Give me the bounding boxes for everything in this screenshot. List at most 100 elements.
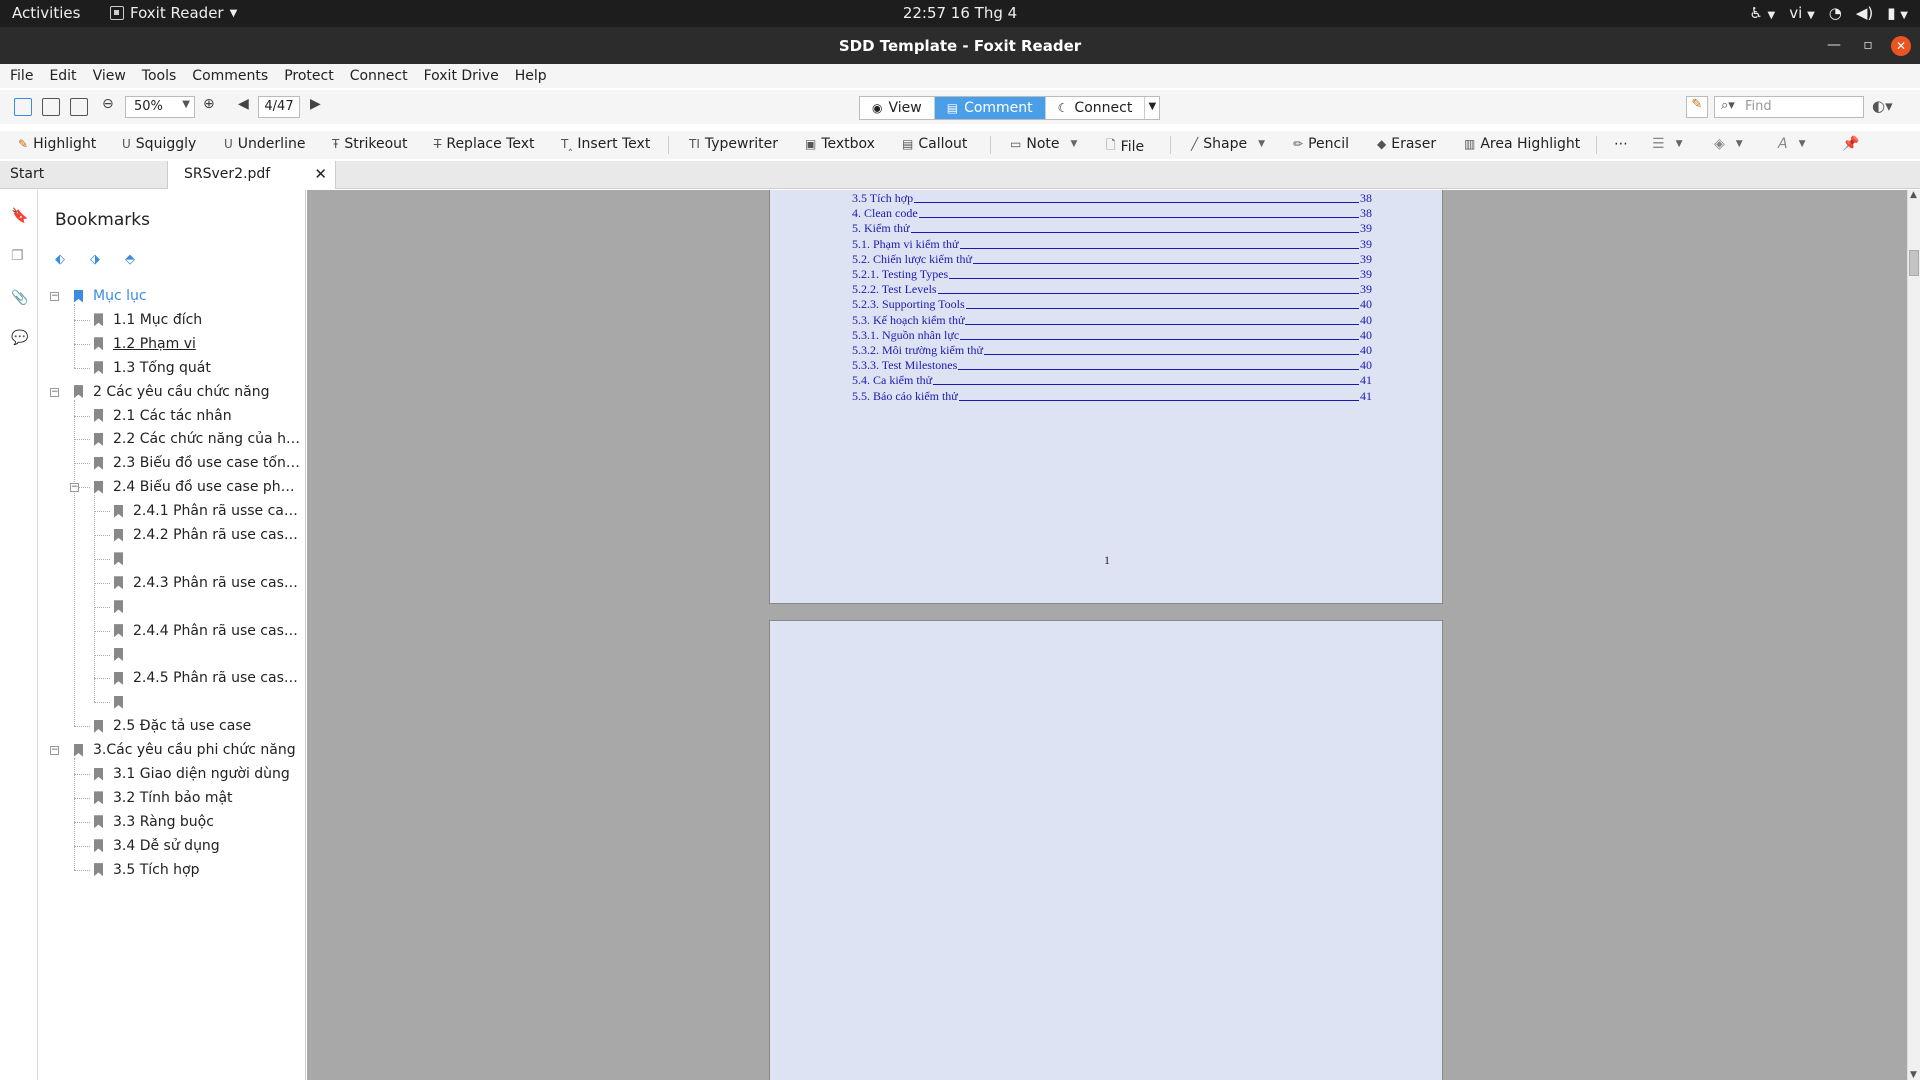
tool-note[interactable]: ▭ Note ▼ <box>1010 136 1077 152</box>
menu-help[interactable]: Help <box>515 68 547 84</box>
scrollbar-thumb[interactable] <box>1909 250 1919 276</box>
pin-icon[interactable]: 📌 <box>1842 136 1859 152</box>
app-menu[interactable]: Foxit Reader ▼ <box>110 4 237 22</box>
tool-textbox[interactable]: ▣ Textbox <box>805 136 875 152</box>
zoom-out-icon[interactable]: ⊖ <box>102 96 114 112</box>
tab-srsver2[interactable]: SRSver2.pdf ✕ <box>168 161 336 189</box>
tool-typewriter[interactable]: TI Typewriter <box>689 136 778 152</box>
toc-entry[interactable]: 5.2.2. Test Levels 39 <box>852 282 1372 298</box>
bookmark-item[interactable] <box>114 549 302 569</box>
toc-entry[interactable]: 5.3. Kế hoạch kiểm thử 40 <box>852 312 1372 328</box>
attachments-panel-icon[interactable]: 📎 <box>11 290 28 306</box>
bookmark-item[interactable]: 2.5 Đặc tả use case <box>94 716 302 736</box>
bookmark-item[interactable]: 2.1 Các tác nhân <box>94 406 302 426</box>
bookmark-item[interactable]: 2.4.2 Phân rã use case “… <box>114 525 302 545</box>
scroll-up-icon[interactable]: ▲ <box>1910 190 1917 200</box>
bookmark-item[interactable]: 3.1 Giao diện người dùng <box>94 764 302 784</box>
next-page-icon[interactable]: ▶ <box>310 96 321 112</box>
bookmark-panel-icon[interactable]: 🔖 <box>11 208 28 224</box>
collapse-toggle-icon[interactable]: − <box>50 387 59 397</box>
minimize-icon[interactable]: — <box>1824 36 1844 56</box>
zoom-select[interactable]: 50% ▼ <box>125 96 195 118</box>
bookmark-item[interactable]: 3.5 Tích hợp <box>94 860 302 880</box>
menu-edit[interactable]: Edit <box>49 68 76 84</box>
save-icon[interactable] <box>70 98 88 116</box>
sidebar-toggle-icon[interactable] <box>14 98 32 116</box>
menu-comments[interactable]: Comments <box>192 68 268 84</box>
toc-entry[interactable]: 5.2.1. Testing Types 39 <box>852 267 1372 282</box>
bookmark-item[interactable]: 3.Các yêu cầu phi chức năng <box>74 740 302 760</box>
chevron-down-icon[interactable]: ▼ <box>1258 139 1265 149</box>
tool-squiggly[interactable]: U Squiggly <box>122 136 196 152</box>
tab-start[interactable]: Start <box>0 161 168 189</box>
menu-foxit-drive[interactable]: Foxit Drive <box>424 68 499 84</box>
delete-bookmark-icon[interactable]: ⬗ <box>90 252 106 268</box>
bookmark-item[interactable]: 2.3 Biểu đồ use case tổng … <box>94 453 302 473</box>
bookmark-item[interactable]: 2.4 Biểu đồ use case phân rã <box>94 477 302 497</box>
previous-page-icon[interactable]: ◀ <box>238 96 249 112</box>
text-format-icon[interactable]: A ▼ <box>1778 136 1806 152</box>
comments-panel-icon[interactable]: 💬 <box>11 330 28 346</box>
bookmark-item[interactable]: 2.4.5 Phân rã use case “… <box>114 668 302 688</box>
tool-area-highlight[interactable]: ▥ Area Highlight <box>1464 136 1580 152</box>
document-view[interactable]: 3.5 Tích hợp 38 4. Clean code 38 5. Kiểm thử… <box>307 190 1907 1080</box>
menu-connect[interactable]: Connect <box>350 68 408 84</box>
vertical-scrollbar[interactable]: ▲ ▼ <box>1907 190 1920 1080</box>
bookmark-item[interactable]: 2.4.4 Phân rã use case “… <box>114 621 302 641</box>
more-tools-icon[interactable]: ⋯ <box>1614 136 1628 152</box>
toc-entry[interactable]: 5.2.3. Supporting Tools 40 <box>852 297 1372 313</box>
toc-entry[interactable]: 5.3.2. Môi trường kiểm thử 40 <box>852 343 1372 358</box>
page-number-input[interactable]: 4/47 <box>258 96 300 118</box>
print-icon[interactable] <box>42 98 60 116</box>
close-window-icon[interactable]: ✕ <box>1891 36 1911 56</box>
maximize-icon[interactable]: ▫ <box>1858 36 1878 56</box>
mode-view-button[interactable]: ◉ View <box>860 97 935 119</box>
tool-strikeout[interactable]: Ŧ Strikeout <box>332 136 408 152</box>
tool-insert-text[interactable]: T‸ Insert Text <box>561 136 650 152</box>
bookmark-item[interactable] <box>114 692 302 712</box>
tool-callout[interactable]: ▤ Callout <box>902 136 967 152</box>
bookmark-item[interactable]: 2.4.1 Phân rã usse case … <box>114 501 302 521</box>
wifi-icon[interactable]: ◔ <box>1829 4 1842 22</box>
bookmark-item[interactable]: 1.2 Phạm vi <box>94 334 302 354</box>
bookmark-item[interactable]: Mục lục <box>74 286 302 306</box>
tool-shape[interactable]: ╱ Shape ▼ <box>1191 136 1265 152</box>
account-icon[interactable]: ◐▾ <box>1872 97 1893 115</box>
mode-comment-button[interactable]: ▤ Comment <box>934 97 1046 119</box>
menu-view[interactable]: View <box>93 68 126 84</box>
line-style-icon[interactable]: ☰ ▼ <box>1652 136 1682 152</box>
tool-pencil[interactable]: ✏ Pencil <box>1293 136 1349 152</box>
toc-entry[interactable]: 5.3.1. Nguồn nhân lực 40 <box>852 327 1372 343</box>
toc-entry[interactable]: 5.1. Phạm vi kiểm thử 39 <box>852 236 1372 252</box>
expand-bookmark-icon[interactable]: ⬖ <box>55 252 71 268</box>
toc-entry[interactable]: 5. Kiểm thử 39 <box>852 221 1372 237</box>
battery-icon[interactable]: ▮ ▼ <box>1887 4 1908 22</box>
volume-icon[interactable]: ◀) <box>1856 4 1873 22</box>
chevron-down-icon[interactable]: ▼ <box>1070 139 1077 149</box>
bookmark-item[interactable] <box>114 597 302 617</box>
tool-eraser[interactable]: ◆ Eraser <box>1377 136 1436 152</box>
scroll-down-icon[interactable]: ▼ <box>1910 1070 1917 1080</box>
input-language[interactable]: vi ▼ <box>1789 4 1815 22</box>
bookmark-item[interactable]: 3.4 Dễ sử dụng <box>94 836 302 856</box>
fill-color-icon[interactable]: ◈ ▼ <box>1714 136 1743 152</box>
menu-protect[interactable]: Protect <box>284 68 334 84</box>
toc-entry[interactable]: 5.5. Báo cáo kiểm thử 41 <box>852 388 1372 404</box>
tool-underline[interactable]: U Underline <box>224 136 305 152</box>
add-bookmark-icon[interactable]: ⬘ <box>125 252 141 268</box>
toc-entry[interactable]: 4. Clean code 38 <box>852 206 1372 222</box>
bookmark-item[interactable]: 2.2 Các chức năng của hệ t… <box>94 429 302 449</box>
tool-file[interactable]: 🗋 File <box>1106 136 1144 157</box>
toc-entry[interactable]: 5.2. Chiến lược kiểm thử 39 <box>852 251 1372 267</box>
accessibility-icon[interactable]: ♿︎ ▼ <box>1749 4 1775 22</box>
bookmark-item[interactable]: 1.3 Tổng quát <box>94 358 302 378</box>
bookmark-item[interactable]: 3.3 Ràng buộc <box>94 812 302 832</box>
toc-entry[interactable]: 5.4. Ca kiểm thử 41 <box>852 373 1372 389</box>
toc-entry[interactable]: 3.5 Tích hợp 38 <box>852 191 1372 206</box>
system-clock[interactable]: 22:57 16 Thg 4 <box>903 4 1017 22</box>
mode-connect-button[interactable]: ☾ Connect <box>1046 97 1146 119</box>
system-tray[interactable]: ♿︎ ▼ vi ▼ ◔ ◀) ▮ ▼ <box>1749 4 1908 22</box>
zoom-in-icon[interactable]: ⊕ <box>203 96 215 112</box>
pages-panel-icon[interactable]: ❐ <box>11 248 27 264</box>
chevron-down-icon[interactable]: ▼ <box>1145 97 1159 119</box>
